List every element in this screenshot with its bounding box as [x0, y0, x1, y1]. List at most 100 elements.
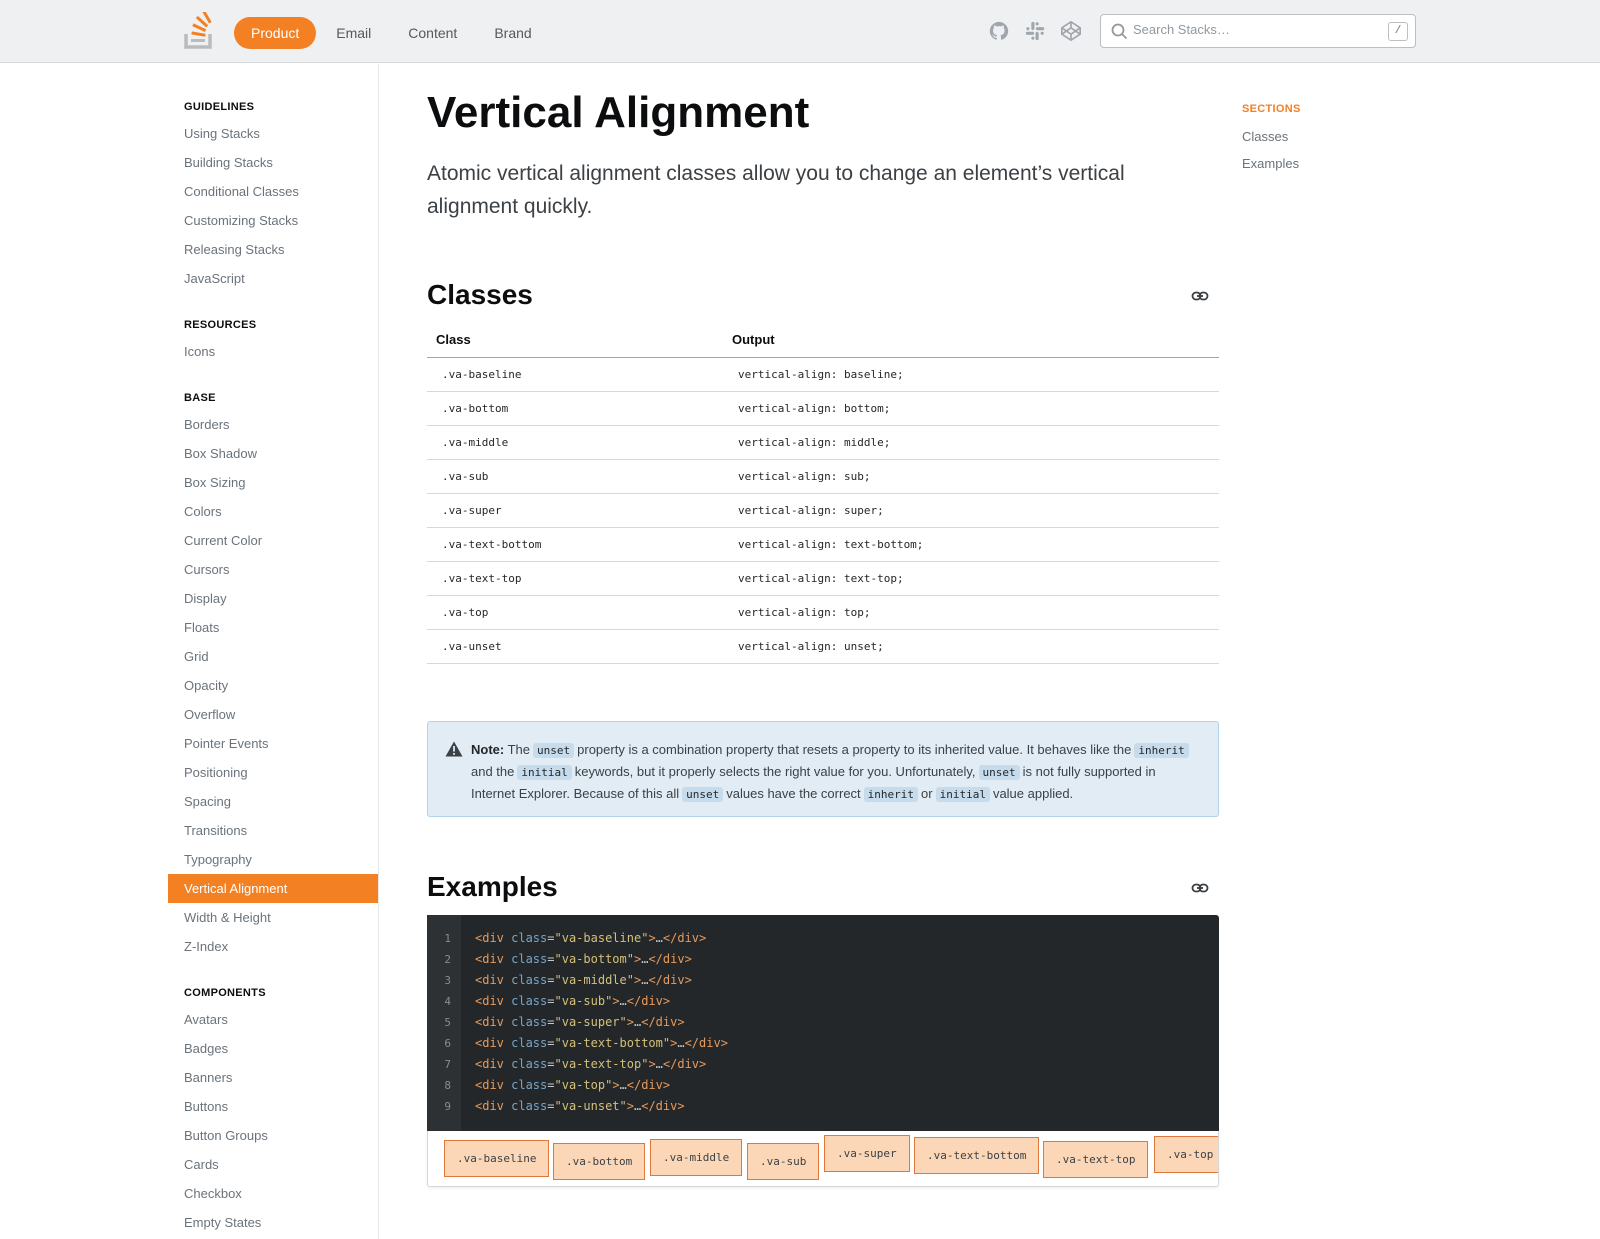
line-number: 4	[444, 994, 451, 1008]
examples-heading: Examples	[427, 870, 558, 902]
code-line: <div class="va-bottom">…</div>	[475, 951, 692, 966]
sidebar-item-badges[interactable]: Badges	[168, 1034, 378, 1063]
warning-icon	[445, 741, 463, 756]
github-icon[interactable]	[988, 20, 1010, 42]
line-number: 2	[444, 952, 451, 966]
line-number: 9	[444, 1099, 451, 1113]
table-row: .va-super vertical-align: super;	[427, 493, 1219, 528]
sidebar-item-vertical-alignment[interactable]: Vertical Alignment	[168, 874, 378, 903]
sidebar-item-borders[interactable]: Borders	[168, 410, 378, 439]
sidebar-item-display[interactable]: Display	[168, 584, 378, 613]
demo-chip-va-top: .va-top	[1154, 1135, 1218, 1173]
table-row: .va-baseline vertical-align: baseline;	[427, 357, 1219, 392]
note-text: and the	[471, 763, 515, 779]
sidebar-item-customizing-stacks[interactable]: Customizing Stacks	[168, 206, 378, 235]
sidebar-item-conditional-classes[interactable]: Conditional Classes	[168, 177, 378, 206]
sidebar-item-releasing-stacks[interactable]: Releasing Stacks	[168, 235, 378, 264]
code-class-value: va-top	[561, 1077, 606, 1092]
line-number: 3	[444, 973, 451, 987]
demo-chip-va-text-top: .va-text-top	[1043, 1140, 1149, 1178]
class-cell: .va-unset	[427, 629, 723, 664]
page-lead: Atomic vertical alignment classes allow …	[427, 162, 1125, 218]
toc-item-classes[interactable]: Classes	[1242, 123, 1301, 150]
line-number: 7	[444, 1057, 451, 1071]
sidebar-item-button-groups[interactable]: Button Groups	[168, 1121, 378, 1150]
code-line: <div class="va-text-top">…</div>	[475, 1056, 707, 1071]
sidebar-item-pointer-events[interactable]: Pointer Events	[168, 729, 378, 758]
search-input[interactable]	[1133, 22, 1373, 37]
note-text: or	[921, 785, 933, 801]
class-cell: .va-bottom	[427, 391, 723, 426]
sidebar-item-positioning[interactable]: Positioning	[168, 758, 378, 787]
sidebar-item-empty-states[interactable]: Empty States	[168, 1208, 378, 1237]
sidebar-item-z-index[interactable]: Z-Index	[168, 932, 378, 961]
code-line: <div class="va-sub">…</div>	[475, 993, 671, 1008]
sidebar-item-box-sizing[interactable]: Box Sizing	[168, 468, 378, 497]
sidebar-item-cards[interactable]: Cards	[168, 1150, 378, 1179]
class-cell: .va-super	[427, 493, 723, 528]
sidebar-item-opacity[interactable]: Opacity	[168, 671, 378, 700]
note-text: value applied.	[992, 785, 1074, 801]
output-cell: vertical-align: text-bottom;	[723, 527, 1219, 562]
table-header-class: Class	[427, 323, 723, 358]
codepen-icon[interactable]	[1060, 20, 1082, 42]
classes-heading: Classes	[427, 279, 533, 310]
sidebar-item-icons[interactable]: Icons	[168, 337, 378, 366]
sidebar-item-width-and-height[interactable]: Width & Height	[168, 903, 378, 932]
nav-product[interactable]: Product	[234, 17, 317, 49]
nav-email[interactable]: Email	[319, 17, 388, 49]
output-cell: vertical-align: baseline;	[723, 357, 1219, 392]
sidebar-item-transitions[interactable]: Transitions	[168, 816, 378, 845]
sidebar-item-buttons[interactable]: Buttons	[168, 1092, 378, 1121]
sidebar-item-floats[interactable]: Floats	[168, 613, 378, 642]
code-line: <div class="va-top">…</div>	[475, 1077, 671, 1092]
line-number: 6	[444, 1036, 451, 1050]
sidebar-group-components: COMPONENTS Avatars Badges Banners Buttons But…	[168, 981, 378, 1237]
code-class-value: va-text-top	[561, 1056, 642, 1071]
toc-item-examples[interactable]: Examples	[1242, 150, 1301, 177]
code-line: <div class="va-text-bottom">…</div>	[475, 1035, 728, 1050]
code-line: <div class="va-middle">…</div>	[475, 972, 692, 987]
sidebar-item-banners[interactable]: Banners	[168, 1063, 378, 1092]
sidebar-item-current-color[interactable]: Current Color	[168, 526, 378, 555]
sidebar-item-overflow[interactable]: Overflow	[168, 700, 378, 729]
note-label: Note:	[471, 741, 505, 757]
stacks-logo[interactable]	[184, 12, 216, 50]
sidebar-item-box-shadow[interactable]: Box Shadow	[168, 439, 378, 468]
sidebar-item-spacing[interactable]: Spacing	[168, 787, 378, 816]
search-icon	[1111, 23, 1128, 40]
sidebar-group-base: BASE Borders Box Shadow Box Sizing Colors Cur…	[168, 386, 378, 961]
code-line: <div class="va-unset">…</div>	[475, 1098, 685, 1113]
demo-chip-va-super: .va-super	[824, 1134, 910, 1172]
code-class-value: va-baseline	[561, 930, 642, 945]
code-initial: initial	[935, 786, 990, 802]
output-cell: vertical-align: super;	[723, 493, 1219, 528]
sidebar-item-grid[interactable]: Grid	[168, 642, 378, 671]
code-class-value: va-super	[561, 1014, 620, 1029]
link-icon[interactable]	[1191, 879, 1209, 897]
sections-heading: SECTIONS	[1242, 103, 1301, 115]
main-content: Vertical Alignment Atomic vertical align…	[427, 64, 1219, 1187]
sidebar-item-checkbox[interactable]: Checkbox	[168, 1179, 378, 1208]
sidebar-item-javascript[interactable]: JavaScript	[168, 264, 378, 293]
nav-content[interactable]: Content	[391, 17, 474, 49]
example-preview: .va-baseline .va-bottom .va-middle .va-sub.…	[427, 1130, 1219, 1187]
sidebar-item-using-stacks[interactable]: Using Stacks	[168, 119, 378, 148]
table-header-output: Output	[723, 323, 1219, 358]
code-class-value: va-sub	[561, 993, 606, 1008]
sidebar-item-avatars[interactable]: Avatars	[168, 1005, 378, 1034]
demo-chip-va-text-bottom: .va-text-bottom	[914, 1136, 1040, 1174]
sidebar-item-typography[interactable]: Typography	[168, 845, 378, 874]
sidebar-item-building-stacks[interactable]: Building Stacks	[168, 148, 378, 177]
header-icons	[988, 20, 1082, 42]
demo-chip-va-baseline: .va-baseline	[444, 1139, 550, 1177]
nav-brand[interactable]: Brand	[477, 17, 548, 49]
sidebar-item-cursors[interactable]: Cursors	[168, 555, 378, 584]
top-bar: Product Email Content Brand Search Stack…	[0, 0, 1600, 63]
sidebar-heading-resources: RESOURCES	[184, 319, 257, 331]
slack-icon[interactable]	[1024, 20, 1046, 42]
table-header-row: Class Output	[427, 323, 1219, 358]
link-icon[interactable]	[1191, 287, 1209, 305]
sidebar-item-colors[interactable]: Colors	[168, 497, 378, 526]
note-text: keywords, but it properly selects the ri…	[574, 763, 976, 779]
